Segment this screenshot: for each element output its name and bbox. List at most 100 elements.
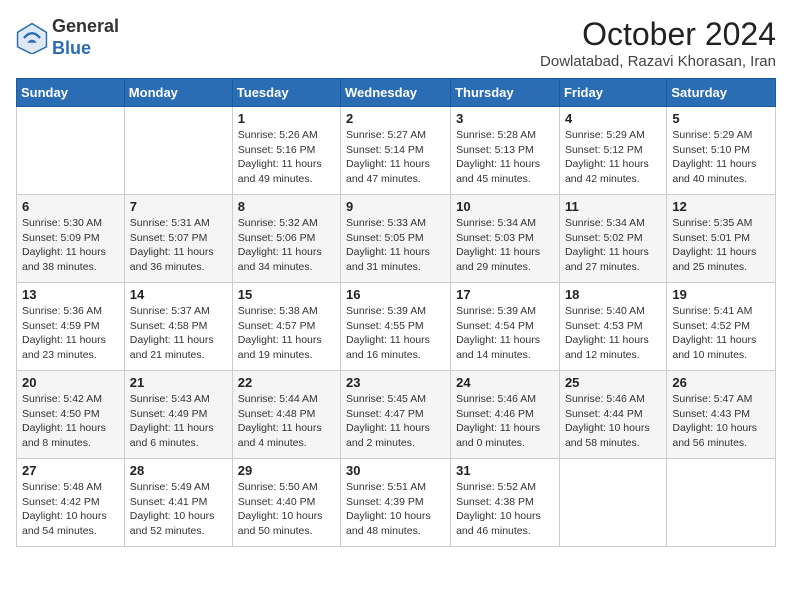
calendar-week-row: 27 Sunrise: 5:48 AMSunset: 4:42 PMDayligh… bbox=[17, 459, 776, 547]
day-number: 17 bbox=[456, 287, 554, 302]
day-info: Sunrise: 5:45 AMSunset: 4:47 PMDaylight:… bbox=[346, 392, 445, 451]
day-number: 22 bbox=[238, 375, 335, 390]
day-info: Sunrise: 5:35 AMSunset: 5:01 PMDaylight:… bbox=[672, 216, 770, 275]
day-number: 14 bbox=[130, 287, 227, 302]
logo: General Blue bbox=[16, 16, 119, 59]
calendar-cell: 25Sunrise: 5:46 AMSunset: 4:44 PMDayligh… bbox=[559, 371, 666, 459]
day-info: Sunrise: 5:26 AMSunset: 5:16 PMDaylight:… bbox=[238, 128, 335, 187]
day-number: 5 bbox=[672, 111, 770, 126]
day-number: 16 bbox=[346, 287, 445, 302]
calendar-cell: 26 Sunrise: 5:47 AMSunset: 4:43 PMDayligh… bbox=[667, 371, 776, 459]
calendar-cell: 28 Sunrise: 5:49 AMSunset: 4:41 PMDayligh… bbox=[124, 459, 232, 547]
day-info: Sunrise: 5:47 AMSunset: 4:43 PMDaylight:… bbox=[672, 392, 770, 451]
day-info: Sunrise: 5:49 AMSunset: 4:41 PMDaylight:… bbox=[130, 480, 227, 539]
calendar-cell: 18 Sunrise: 5:40 AMSunset: 4:53 PMDayligh… bbox=[559, 283, 666, 371]
calendar-cell: 5 Sunrise: 5:29 AMSunset: 5:10 PMDaylight… bbox=[667, 107, 776, 195]
calendar-table: SundayMondayTuesdayWednesdayThursdayFrid… bbox=[16, 78, 776, 547]
day-info: Sunrise: 5:52 AMSunset: 4:38 PMDaylight:… bbox=[456, 480, 554, 539]
month-year-title: October 2024 bbox=[540, 16, 776, 53]
calendar-cell: 10 Sunrise: 5:34 AMSunset: 5:03 PMDayligh… bbox=[451, 195, 560, 283]
calendar-cell bbox=[124, 107, 232, 195]
calendar-cell: 22 Sunrise: 5:44 AMSunset: 4:48 PMDayligh… bbox=[232, 371, 340, 459]
day-info: Sunrise: 5:30 AMSunset: 5:09 PMDaylight:… bbox=[22, 216, 119, 275]
calendar-cell: 27 Sunrise: 5:48 AMSunset: 4:42 PMDayligh… bbox=[17, 459, 125, 547]
calendar-cell: 21 Sunrise: 5:43 AMSunset: 4:49 PMDayligh… bbox=[124, 371, 232, 459]
page-header: General Blue October 2024 Dowlatabad, Ra… bbox=[16, 16, 776, 70]
day-number: 11 bbox=[565, 199, 661, 214]
calendar-cell: 1 Sunrise: 5:26 AMSunset: 5:16 PMDaylight… bbox=[232, 107, 340, 195]
day-info: Sunrise: 5:33 AMSunset: 5:05 PMDaylight:… bbox=[346, 216, 445, 275]
day-info: Sunrise: 5:44 AMSunset: 4:48 PMDaylight:… bbox=[238, 392, 335, 451]
day-number: 7 bbox=[130, 199, 227, 214]
day-number: 29 bbox=[238, 463, 335, 478]
title-block: October 2024 Dowlatabad, Razavi Khorasan… bbox=[540, 16, 776, 70]
day-number: 28 bbox=[130, 463, 227, 478]
day-info: Sunrise: 5:50 AMSunset: 4:40 PMDaylight:… bbox=[238, 480, 335, 539]
day-number: 21 bbox=[130, 375, 227, 390]
calendar-cell: 29 Sunrise: 5:50 AMSunset: 4:40 PMDayligh… bbox=[232, 459, 340, 547]
day-info: Sunrise: 5:39 AMSunset: 4:54 PMDaylight:… bbox=[456, 304, 554, 363]
day-number: 18 bbox=[565, 287, 661, 302]
calendar-day-header: Friday bbox=[559, 79, 666, 107]
calendar-day-header: Saturday bbox=[667, 79, 776, 107]
day-number: 27 bbox=[22, 463, 119, 478]
day-info: Sunrise: 5:43 AMSunset: 4:49 PMDaylight:… bbox=[130, 392, 227, 451]
day-number: 15 bbox=[238, 287, 335, 302]
day-info: Sunrise: 5:48 AMSunset: 4:42 PMDaylight:… bbox=[22, 480, 119, 539]
day-info: Sunrise: 5:27 AMSunset: 5:14 PMDaylight:… bbox=[346, 128, 445, 187]
location-text: Dowlatabad, Razavi Khorasan, Iran bbox=[540, 53, 776, 70]
day-info: Sunrise: 5:38 AMSunset: 4:57 PMDaylight:… bbox=[238, 304, 335, 363]
day-number: 23 bbox=[346, 375, 445, 390]
calendar-week-row: 13Sunrise: 5:36 AMSunset: 4:59 PMDayligh… bbox=[17, 283, 776, 371]
calendar-cell: 11 Sunrise: 5:34 AMSunset: 5:02 PMDayligh… bbox=[559, 195, 666, 283]
calendar-cell: 9Sunrise: 5:33 AMSunset: 5:05 PMDaylight… bbox=[341, 195, 451, 283]
calendar-day-header: Sunday bbox=[17, 79, 125, 107]
calendar-cell: 14Sunrise: 5:37 AMSunset: 4:58 PMDayligh… bbox=[124, 283, 232, 371]
day-info: Sunrise: 5:39 AMSunset: 4:55 PMDaylight:… bbox=[346, 304, 445, 363]
calendar-header: SundayMondayTuesdayWednesdayThursdayFrid… bbox=[17, 79, 776, 107]
day-info: Sunrise: 5:40 AMSunset: 4:53 PMDaylight:… bbox=[565, 304, 661, 363]
calendar-day-header: Tuesday bbox=[232, 79, 340, 107]
day-info: Sunrise: 5:34 AMSunset: 5:03 PMDaylight:… bbox=[456, 216, 554, 275]
day-number: 1 bbox=[238, 111, 335, 126]
day-number: 24 bbox=[456, 375, 554, 390]
day-number: 31 bbox=[456, 463, 554, 478]
calendar-cell: 16 Sunrise: 5:39 AMSunset: 4:55 PMDayligh… bbox=[341, 283, 451, 371]
calendar-cell bbox=[559, 459, 666, 547]
day-info: Sunrise: 5:41 AMSunset: 4:52 PMDaylight:… bbox=[672, 304, 770, 363]
calendar-cell: 12 Sunrise: 5:35 AMSunset: 5:01 PMDayligh… bbox=[667, 195, 776, 283]
day-number: 2 bbox=[346, 111, 445, 126]
day-info: Sunrise: 5:51 AMSunset: 4:39 PMDaylight:… bbox=[346, 480, 445, 539]
calendar-cell: 15 Sunrise: 5:38 AMSunset: 4:57 PMDayligh… bbox=[232, 283, 340, 371]
logo-general-text: General bbox=[52, 16, 119, 36]
day-number: 26 bbox=[672, 375, 770, 390]
day-info: Sunrise: 5:29 AMSunset: 5:10 PMDaylight:… bbox=[672, 128, 770, 187]
calendar-cell: 20Sunrise: 5:42 AMSunset: 4:50 PMDayligh… bbox=[17, 371, 125, 459]
day-info: Sunrise: 5:46 AMSunset: 4:46 PMDaylight:… bbox=[456, 392, 554, 451]
day-info: Sunrise: 5:46 AMSunset: 4:44 PMDaylight:… bbox=[565, 392, 661, 451]
logo-blue-text: Blue bbox=[52, 38, 91, 58]
calendar-cell: 13Sunrise: 5:36 AMSunset: 4:59 PMDayligh… bbox=[17, 283, 125, 371]
calendar-day-header: Wednesday bbox=[341, 79, 451, 107]
day-info: Sunrise: 5:28 AMSunset: 5:13 PMDaylight:… bbox=[456, 128, 554, 187]
calendar-day-header: Monday bbox=[124, 79, 232, 107]
calendar-cell: 19 Sunrise: 5:41 AMSunset: 4:52 PMDayligh… bbox=[667, 283, 776, 371]
day-info: Sunrise: 5:29 AMSunset: 5:12 PMDaylight:… bbox=[565, 128, 661, 187]
day-number: 10 bbox=[456, 199, 554, 214]
day-number: 12 bbox=[672, 199, 770, 214]
calendar-cell: 4 Sunrise: 5:29 AMSunset: 5:12 PMDaylight… bbox=[559, 107, 666, 195]
day-info: Sunrise: 5:31 AMSunset: 5:07 PMDaylight:… bbox=[130, 216, 227, 275]
calendar-day-header: Thursday bbox=[451, 79, 560, 107]
calendar-cell: 17 Sunrise: 5:39 AMSunset: 4:54 PMDayligh… bbox=[451, 283, 560, 371]
day-number: 30 bbox=[346, 463, 445, 478]
calendar-week-row: 6Sunrise: 5:30 AMSunset: 5:09 PMDaylight… bbox=[17, 195, 776, 283]
day-info: Sunrise: 5:34 AMSunset: 5:02 PMDaylight:… bbox=[565, 216, 661, 275]
calendar-cell: 6Sunrise: 5:30 AMSunset: 5:09 PMDaylight… bbox=[17, 195, 125, 283]
day-number: 19 bbox=[672, 287, 770, 302]
day-number: 4 bbox=[565, 111, 661, 126]
day-info: Sunrise: 5:42 AMSunset: 4:50 PMDaylight:… bbox=[22, 392, 119, 451]
day-info: Sunrise: 5:36 AMSunset: 4:59 PMDaylight:… bbox=[22, 304, 119, 363]
calendar-cell: 7 Sunrise: 5:31 AMSunset: 5:07 PMDaylight… bbox=[124, 195, 232, 283]
calendar-cell: 24 Sunrise: 5:46 AMSunset: 4:46 PMDayligh… bbox=[451, 371, 560, 459]
calendar-cell: 30 Sunrise: 5:51 AMSunset: 4:39 PMDayligh… bbox=[341, 459, 451, 547]
